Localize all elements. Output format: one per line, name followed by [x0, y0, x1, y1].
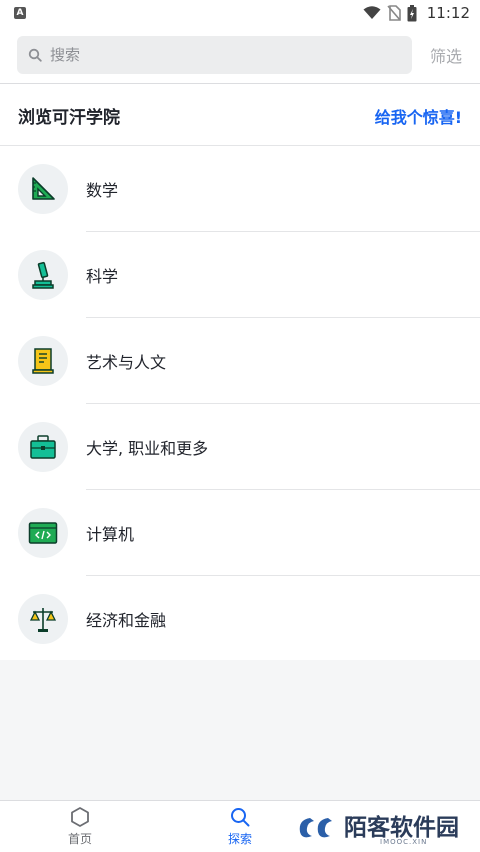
nav-home[interactable]: 首页: [0, 801, 160, 852]
search-placeholder: 搜索: [50, 46, 81, 64]
list-item-college-careers[interactable]: 大学, 职业和更多: [0, 404, 480, 490]
battery-icon: [407, 4, 417, 21]
watermark-text: 陌客软件园: [344, 814, 459, 841]
watermark-logo: 陌客软件园 IMOOC.XIN: [296, 806, 480, 850]
list-item-computing[interactable]: 计算机: [0, 490, 480, 576]
wifi-icon: [363, 6, 381, 19]
scroll-icon: [18, 336, 68, 386]
list-item-math[interactable]: 数学: [0, 146, 480, 232]
status-indicators: 11:12: [363, 4, 470, 22]
nav-home-label: 首页: [67, 832, 92, 846]
subject-list: 数学 科学 艺术与人文 大学, 职业和更多 计算机 经济和金融: [0, 146, 480, 662]
subject-label: 大学, 职业和更多: [86, 439, 209, 458]
hexagon-icon: [71, 807, 89, 827]
subject-label: 计算机: [86, 525, 135, 544]
search-input[interactable]: 搜索: [17, 35, 412, 74]
list-item-economics-finance[interactable]: 经济和金融: [0, 576, 480, 662]
search-icon: [231, 808, 250, 827]
status-bar: A 11:12: [0, 0, 480, 26]
nav-explore-label: 探索: [227, 832, 252, 846]
app-notification-icon: A: [14, 7, 26, 19]
no-sim-icon: [387, 5, 401, 21]
surprise-me-link[interactable]: 给我个惊喜!: [375, 104, 462, 128]
subject-label: 艺术与人文: [86, 353, 167, 372]
watermark-subtext: IMOOC.XIN: [380, 838, 428, 846]
triangle-ruler-icon: [18, 164, 68, 214]
subject-label: 数学: [86, 181, 119, 200]
list-item-science[interactable]: 科学: [0, 232, 480, 318]
watermark-icon: [299, 818, 332, 838]
subject-label: 经济和金融: [86, 611, 167, 630]
list-item-arts-humanities[interactable]: 艺术与人文: [0, 318, 480, 404]
microscope-icon: [18, 250, 68, 300]
browse-header: 浏览可汗学院 给我个惊喜!: [0, 86, 480, 146]
balance-scale-icon: [18, 594, 68, 644]
page-title: 浏览可汗学院: [18, 108, 120, 128]
search-icon: [28, 48, 42, 62]
filter-button[interactable]: 筛选: [430, 43, 462, 67]
status-time: 11:12: [426, 4, 470, 22]
briefcase-icon: [18, 422, 68, 472]
search-row: 搜索 筛选: [0, 26, 480, 84]
empty-area: [0, 660, 480, 800]
code-window-icon: [18, 508, 68, 558]
subject-label: 科学: [86, 267, 119, 286]
